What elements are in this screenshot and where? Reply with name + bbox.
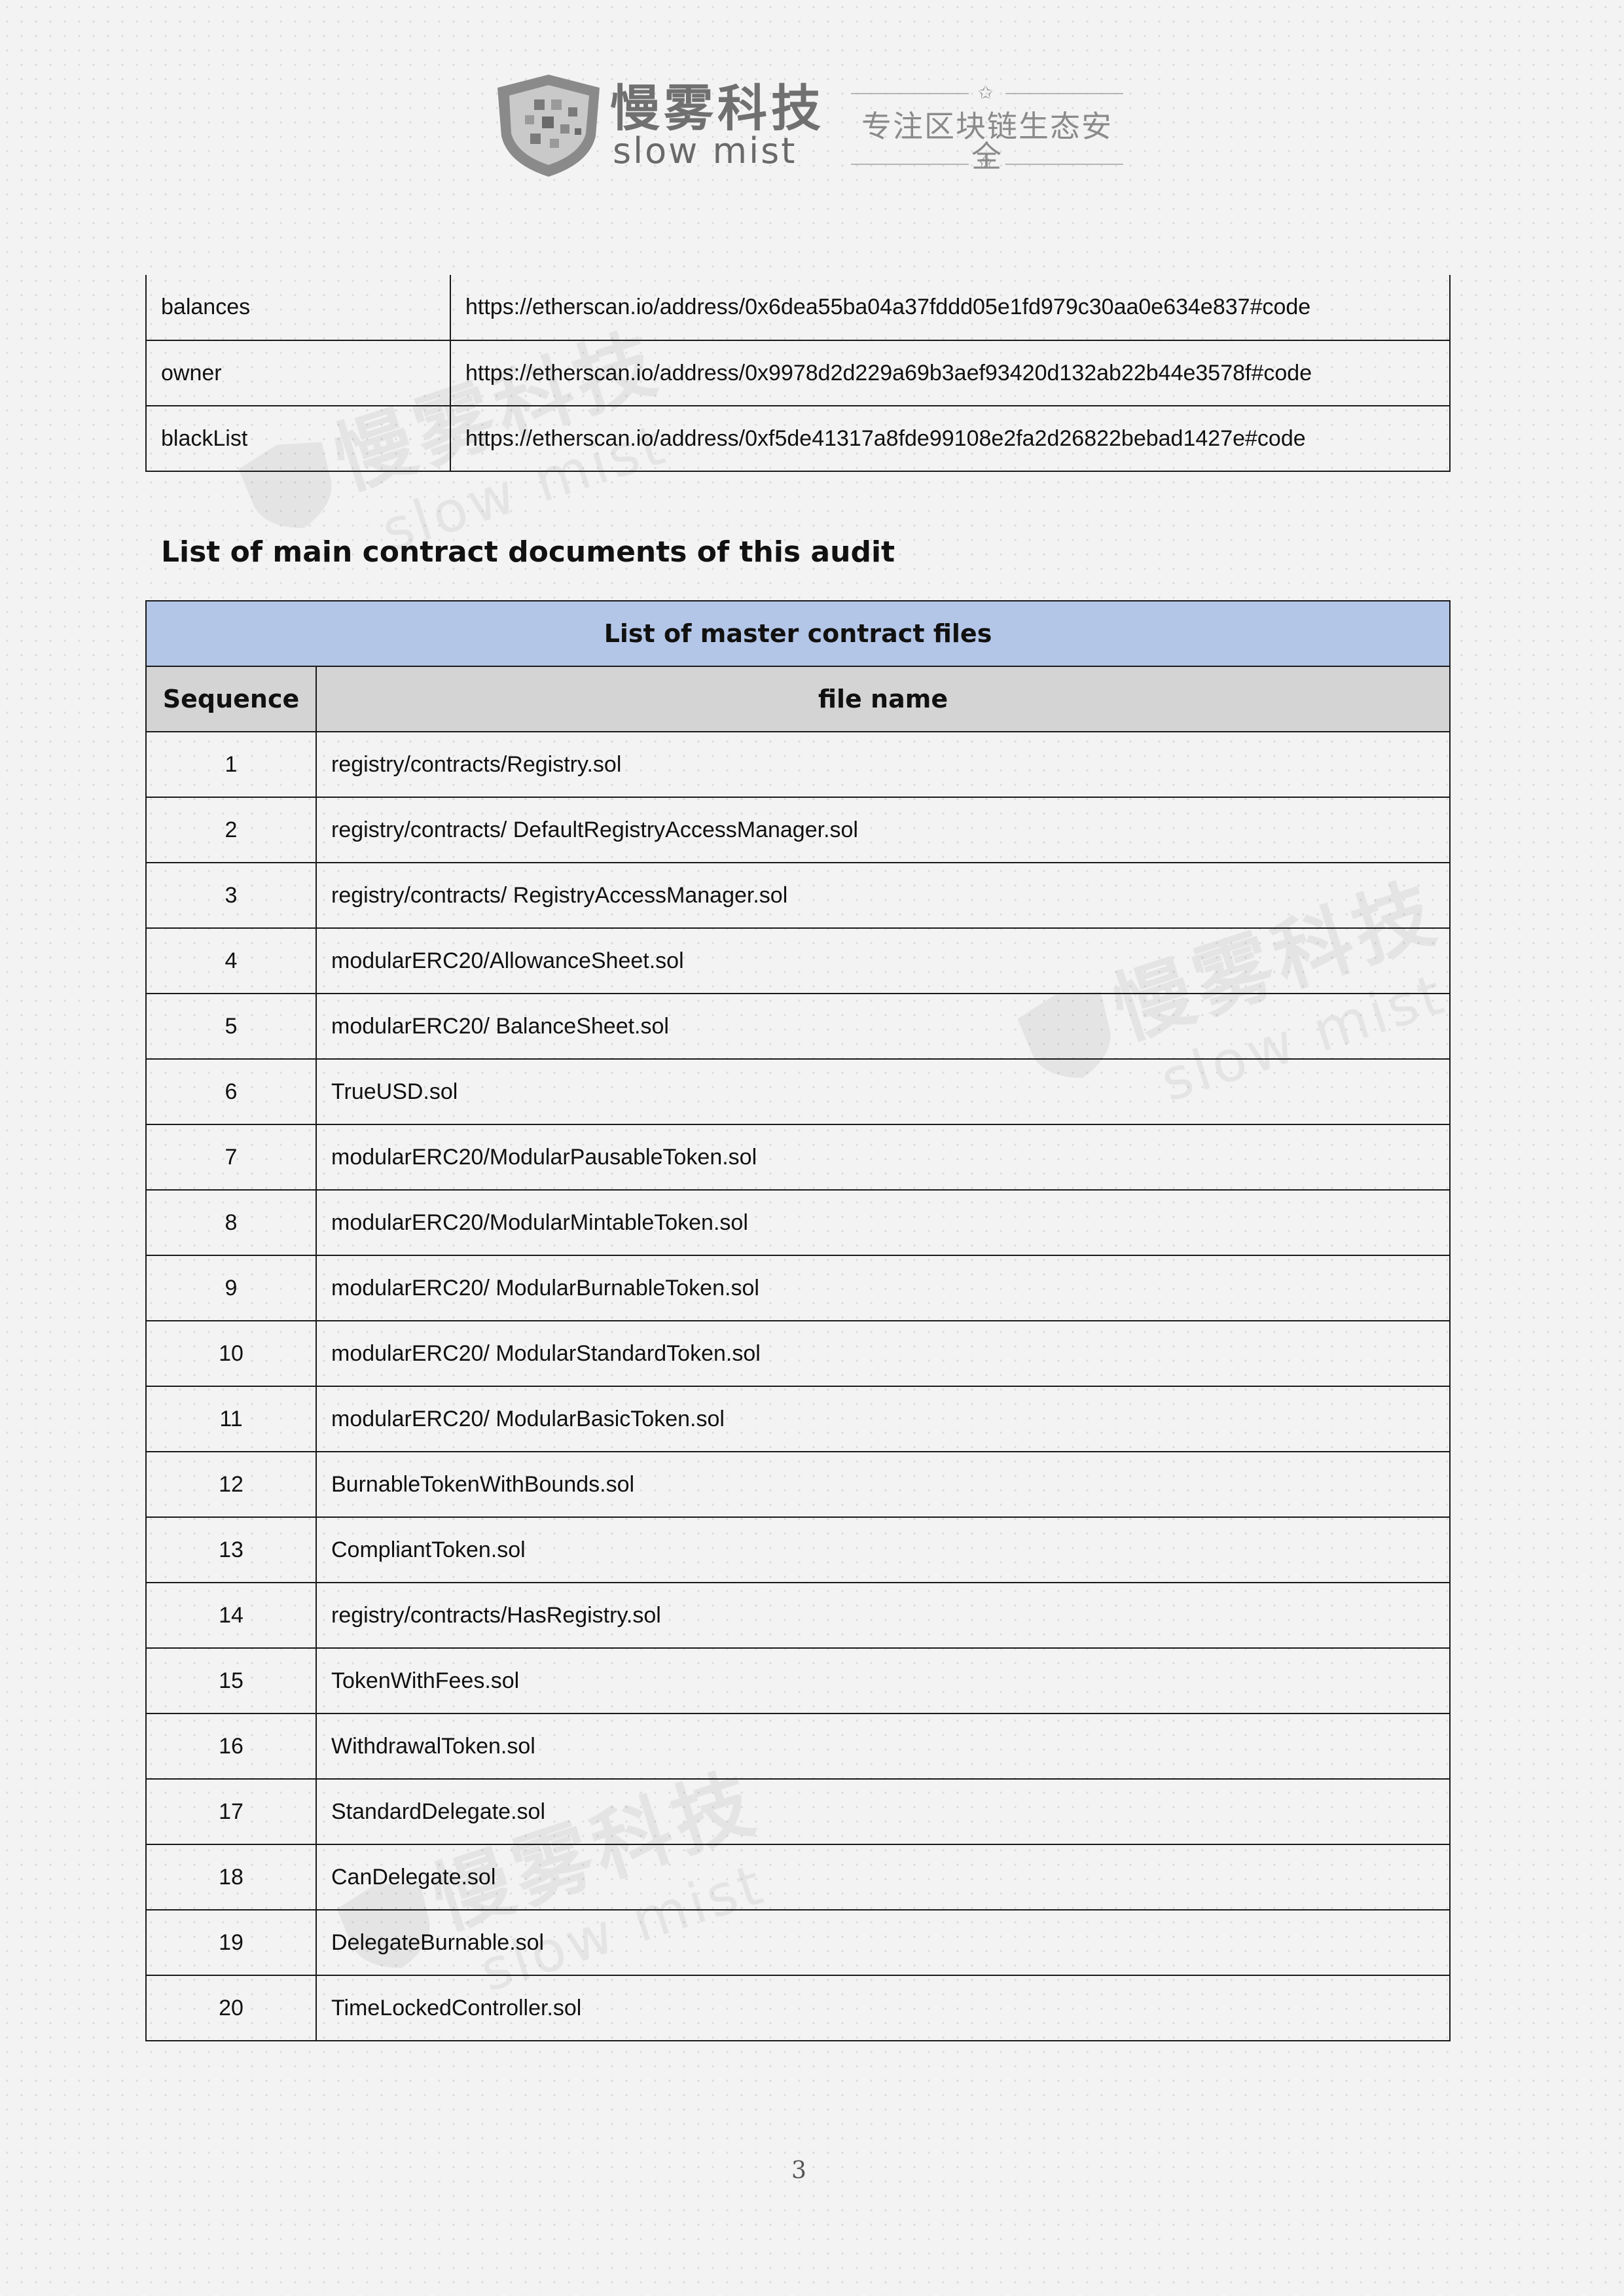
sequence-cell: 20 (145, 1975, 317, 2041)
sequence-cell: 16 (145, 1713, 317, 1780)
table-row: 17 StandardDelegate.sol (145, 1778, 1451, 1845)
table-row: 11 modularERC20/ ModularBasicToken.sol (145, 1386, 1451, 1452)
table-row: 1 registry/contracts/Registry.sol (145, 731, 1451, 798)
file-name-cell: registry/contracts/Registry.sol (316, 731, 1451, 798)
sequence-cell: 12 (145, 1451, 317, 1518)
file-name-cell: TimeLockedController.sol (316, 1975, 1451, 2041)
file-name-cell: CompliantToken.sol (316, 1516, 1451, 1583)
table-row: 20 TimeLockedController.sol (145, 1975, 1451, 2041)
sequence-cell: 8 (145, 1189, 317, 1256)
section-title: List of main contract documents of this … (161, 535, 895, 569)
sequence-cell: 18 (145, 1844, 317, 1910)
file-name-cell: registry/contracts/ RegistryAccessManage… (316, 862, 1451, 929)
contract-name-cell: balances (145, 275, 451, 341)
slowmist-shield-logo-icon (497, 75, 600, 177)
files-table-body: 1 registry/contracts/Registry.sol 2 registr… (145, 731, 1451, 2041)
file-name-cell: modularERC20/ModularPausableToken.sol (316, 1124, 1451, 1191)
table-row: owner https://etherscan.io/address/0x9978… (145, 340, 1451, 406)
sequence-cell: 4 (145, 927, 317, 994)
page-header: 慢雾科技 slow mist ✩ 专注区块链生态安全 ✩ (0, 0, 1624, 196)
table-row: 7 modularERC20/ModularPausableToken.sol (145, 1124, 1451, 1191)
contract-address-link[interactable]: https://etherscan.io/address/0xf5de41317… (450, 405, 1451, 472)
star-outline-icon: ✩ (978, 82, 994, 103)
file-name-cell: registry/contracts/ DefaultRegistryAcces… (316, 797, 1451, 863)
file-name-cell: modularERC20/ ModularBurnableToken.sol (316, 1255, 1451, 1321)
table-row: 16 WithdrawalToken.sol (145, 1713, 1451, 1780)
slogan: ✩ 专注区块链生态安全 ✩ (851, 82, 1123, 173)
sequence-cell: 11 (145, 1386, 317, 1452)
table-row: 9 modularERC20/ ModularBurnableToken.sol (145, 1255, 1451, 1321)
table-caption: List of master contract files (145, 600, 1451, 667)
column-header-sequence: Sequence (145, 666, 317, 732)
file-name-cell: DelegateBurnable.sol (316, 1909, 1451, 1976)
sequence-cell: 15 (145, 1647, 317, 1714)
sequence-cell: 5 (145, 993, 317, 1060)
sequence-cell: 7 (145, 1124, 317, 1191)
table-row: 4 modularERC20/AllowanceSheet.sol (145, 927, 1451, 994)
master-contract-files-table: List of master contract files Sequence f… (145, 600, 1451, 2041)
sequence-cell: 14 (145, 1582, 317, 1649)
file-name-cell: StandardDelegate.sol (316, 1778, 1451, 1845)
contract-address-link[interactable]: https://etherscan.io/address/0x9978d2d22… (450, 340, 1451, 406)
table-caption-row: List of master contract files (145, 600, 1451, 667)
file-name-cell: registry/contracts/HasRegistry.sol (316, 1582, 1451, 1649)
sequence-cell: 6 (145, 1058, 317, 1125)
page-number: 3 (791, 2157, 806, 2184)
file-name-cell: modularERC20/AllowanceSheet.sol (316, 927, 1451, 994)
table-row: 10 modularERC20/ ModularStandardToken.sol (145, 1320, 1451, 1387)
slogan-divider (851, 93, 969, 94)
table-row: 2 registry/contracts/ DefaultRegistryAcce… (145, 797, 1451, 863)
table-row: 15 TokenWithFees.sol (145, 1647, 1451, 1714)
file-name-cell: modularERC20/ModularMintableToken.sol (316, 1189, 1451, 1256)
sequence-cell: 19 (145, 1909, 317, 1976)
table-row: 12 BurnableTokenWithBounds.sol (145, 1451, 1451, 1518)
table-row: balances https://etherscan.io/address/0x6… (145, 275, 1451, 341)
contract-name-cell: blackList (145, 405, 451, 472)
file-name-cell: CanDelegate.sol (316, 1844, 1451, 1910)
file-name-cell: TokenWithFees.sol (316, 1647, 1451, 1714)
sequence-cell: 3 (145, 862, 317, 929)
contract-address-table: balances https://etherscan.io/address/0x6… (145, 275, 1451, 472)
table-row: blackList https://etherscan.io/address/0x… (145, 405, 1451, 472)
table-header-row: Sequence file name (145, 666, 1451, 732)
contract-address-table-body: balances https://etherscan.io/address/0x6… (145, 275, 1451, 472)
table-row: 19 DelegateBurnable.sol (145, 1909, 1451, 1976)
brand-name-english: slow mist (613, 130, 797, 171)
file-name-cell: WithdrawalToken.sol (316, 1713, 1451, 1780)
file-name-cell: TrueUSD.sol (316, 1058, 1451, 1125)
table-row: 13 CompliantToken.sol (145, 1516, 1451, 1583)
sequence-cell: 13 (145, 1516, 317, 1583)
sequence-cell: 17 (145, 1778, 317, 1845)
file-name-cell: modularERC20/ ModularBasicToken.sol (316, 1386, 1451, 1452)
contract-name-cell: owner (145, 340, 451, 406)
star-outline-icon: ✩ (978, 151, 994, 173)
column-header-file-name: file name (316, 666, 1451, 732)
sequence-cell: 1 (145, 731, 317, 798)
file-name-cell: modularERC20/ BalanceSheet.sol (316, 993, 1451, 1060)
brand-name-chinese: 慢雾科技 (610, 79, 825, 137)
slogan-divider (1005, 164, 1123, 165)
file-name-cell: BurnableTokenWithBounds.sol (316, 1451, 1451, 1518)
contract-address-link[interactable]: https://etherscan.io/address/0x6dea55ba0… (450, 275, 1451, 341)
sequence-cell: 2 (145, 797, 317, 863)
table-row: 8 modularERC20/ModularMintableToken.sol (145, 1189, 1451, 1256)
sequence-cell: 9 (145, 1255, 317, 1321)
table-row: 18 CanDelegate.sol (145, 1844, 1451, 1910)
files-table-head: List of master contract files Sequence f… (145, 600, 1451, 732)
table-row: 6 TrueUSD.sol (145, 1058, 1451, 1125)
table-row: 3 registry/contracts/ RegistryAccessManag… (145, 862, 1451, 929)
table-row: 14 registry/contracts/HasRegistry.sol (145, 1582, 1451, 1649)
slogan-divider (1005, 93, 1123, 94)
slogan-divider (851, 164, 969, 165)
table-row: 5 modularERC20/ BalanceSheet.sol (145, 993, 1451, 1060)
sequence-cell: 10 (145, 1320, 317, 1387)
file-name-cell: modularERC20/ ModularStandardToken.sol (316, 1320, 1451, 1387)
